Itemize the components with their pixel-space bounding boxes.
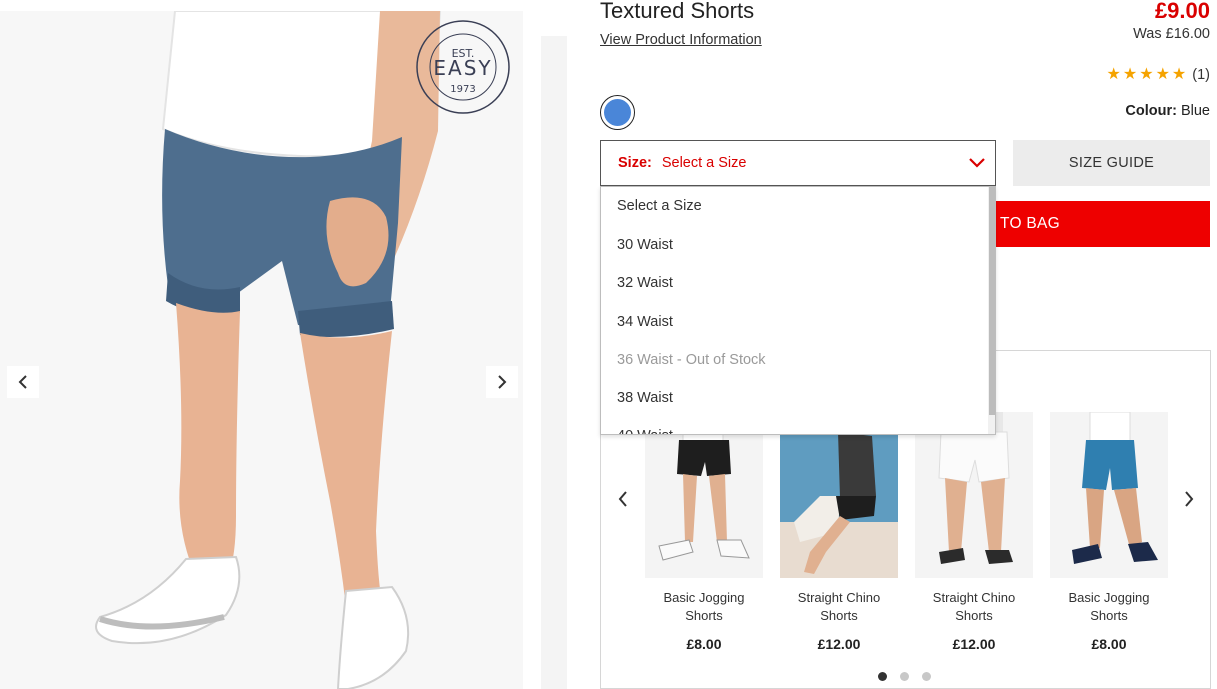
star-icon: ★ [1122,66,1138,83]
carousel-dot[interactable] [900,672,909,681]
carousel-dot[interactable] [922,672,931,681]
reco-image [780,412,898,578]
size-option[interactable]: 30 Waist [601,226,995,264]
reco-card[interactable]: Basic Jogging Shorts £8.00 [645,412,763,652]
reco-image [1050,412,1168,578]
star-icon: ★ [1139,66,1154,83]
reco-price: £8.00 [1091,636,1127,652]
was-price: Was £16.00 [1133,26,1210,42]
reco-price: £8.00 [686,636,722,652]
size-dropdown-list[interactable]: Select a Size 30 Waist 32 Waist 34 Waist… [600,186,996,435]
reco-card[interactable]: Basic Jogging Shorts £8.00 [1050,412,1168,652]
size-option[interactable]: 40 Waist [601,417,995,434]
reco-image [645,412,763,578]
chevron-right-icon [498,375,507,389]
dropdown-scrollbar-thumb[interactable] [989,187,995,415]
size-selected-value: Select a Size [661,155,747,171]
chevron-left-icon [618,491,627,507]
reco-name: Basic Jogging Shorts [1068,590,1150,623]
colour-value: Blue [1180,103,1210,119]
reco-image [915,412,1033,578]
star-icon: ★ [1155,66,1170,83]
reco-next-button[interactable] [1179,489,1199,509]
rating-stars: ★ ★ ★ ★ ★ [1107,66,1187,84]
image-prev-button[interactable] [7,366,39,398]
star-icon: ★ [1171,66,1187,83]
size-guide-button[interactable]: SIZE GUIDE [1013,140,1210,186]
size-option[interactable]: Select a Size [601,187,995,226]
chevron-down-icon [969,158,985,168]
star-icon: ★ [1106,66,1121,83]
product-rating[interactable]: ★ ★ ★ ★ ★ (1) [1107,66,1210,84]
size-label: Size: [618,155,652,171]
image-next-button[interactable] [486,366,518,398]
svg-text:EASY: EASY [433,56,492,80]
reco-name: Basic Jogging Shorts [663,590,745,623]
colour-indicator: Colour: Blue [1125,103,1210,119]
reco-prev-button[interactable] [613,489,633,509]
next-image-peek [541,36,567,689]
size-option[interactable]: 34 Waist [601,303,995,341]
colour-swatch-blue[interactable] [600,95,635,130]
chevron-left-icon [18,375,27,389]
carousel-pagination [878,672,931,681]
dropdown-scrollbar[interactable] [988,187,995,434]
reco-card[interactable]: Straight Chino Shorts £12.00 [915,412,1033,652]
product-title: Textured Shorts [600,0,755,23]
product-main-image: EST. EASY 1973 [0,11,523,689]
product-price: £9.00 [1154,0,1210,23]
colour-label: Colour: [1125,103,1177,119]
size-option[interactable]: 32 Waist [601,264,995,302]
carousel-dot[interactable] [878,672,887,681]
reco-name: Straight Chino Shorts [932,590,1016,623]
reco-price: £12.00 [952,636,996,652]
size-option-out-of-stock: 36 Waist - Out of Stock [617,351,766,368]
swatch-color-dot [604,99,631,126]
size-select[interactable]: Size: Select a Size [600,140,996,186]
reco-name: Straight Chino Shorts [797,590,881,623]
reco-price: £12.00 [817,636,861,652]
rating-count: (1) [1192,67,1210,83]
reco-card[interactable]: Straight Chino Shorts £12.00 [780,412,898,652]
svg-text:1973: 1973 [450,84,475,95]
chevron-right-icon [1185,491,1194,507]
size-option[interactable]: 38 Waist [601,379,995,417]
view-product-information-link[interactable]: View Product Information [600,32,762,48]
